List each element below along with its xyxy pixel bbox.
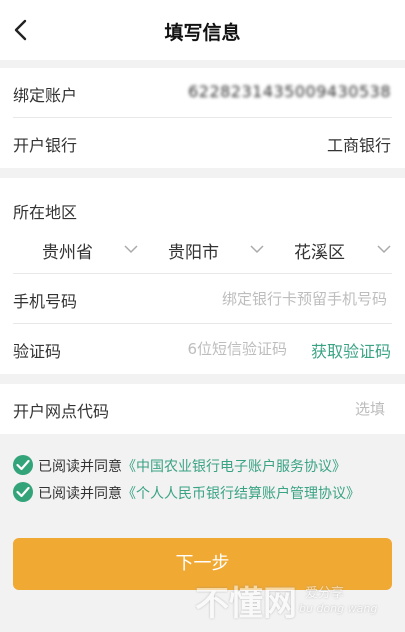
city-select[interactable]: 贵阳市 [168, 238, 219, 263]
branch-label: 开户网点代码 [13, 402, 110, 421]
branch-input[interactable]: 选填 [355, 398, 385, 419]
account-card: 绑定账户 6228231435009430538 开户银行 工商银行 [0, 68, 405, 168]
code-label: 验证码 [13, 342, 62, 361]
agreement-prefix: 已阅读并同意 [38, 459, 122, 475]
province-select[interactable]: 贵州省 [42, 238, 93, 263]
agreement-text: 已阅读并同意《中国农业银行电子账户服务协议》 [38, 456, 346, 476]
agreement-prefix: 已阅读并同意 [38, 486, 122, 502]
watermark-sub: 爱分享 [305, 586, 345, 601]
bank-value: 工商银行 [326, 136, 391, 155]
account-label: 绑定账户 [13, 86, 78, 105]
check-circle-icon[interactable] [13, 482, 33, 502]
chevron-down-icon [124, 245, 138, 254]
chevron-down-icon [250, 245, 264, 254]
chevron-down-icon [377, 245, 391, 254]
watermark-logo: 不懂网 爱分享 bu dong wang [195, 572, 405, 632]
branch-card: 开户网点代码 选填 [0, 384, 405, 434]
bank-row: 开户银行 工商银行 [0, 118, 405, 168]
branch-row: 开户网点代码 选填 [0, 384, 405, 434]
check-circle-icon[interactable] [13, 455, 33, 475]
nav-bar: 填写信息 [0, 0, 405, 60]
phone-input[interactable]: 绑定银行卡预留手机号码 [222, 288, 387, 309]
get-code-button[interactable]: 获取验证码 [311, 338, 391, 362]
phone-label: 手机号码 [13, 292, 78, 311]
page-title: 填写信息 [164, 22, 241, 44]
account-number: 6228231435009430538 [188, 82, 391, 101]
agreement-link[interactable]: 《个人人民币银行结算账户管理协议》 [122, 486, 360, 502]
agreement-text: 已阅读并同意《个人人民币银行结算账户管理协议》 [38, 483, 360, 503]
code-input[interactable]: 6位短信验证码 [187, 338, 287, 359]
agreement-link[interactable]: 《中国农业银行电子账户服务协议》 [122, 459, 346, 475]
watermark-pinyin: bu dong wang [299, 602, 378, 615]
phone-row: 手机号码 绑定银行卡预留手机号码 [0, 274, 405, 324]
code-row: 验证码 6位短信验证码 获取验证码 [0, 324, 405, 374]
district-select[interactable]: 花溪区 [294, 238, 345, 263]
watermark-main: 不懂网 [195, 584, 297, 624]
region-label: 所在地区 [13, 203, 78, 222]
account-row: 绑定账户 6228231435009430538 [0, 68, 405, 118]
bank-label: 开户银行 [13, 136, 78, 155]
